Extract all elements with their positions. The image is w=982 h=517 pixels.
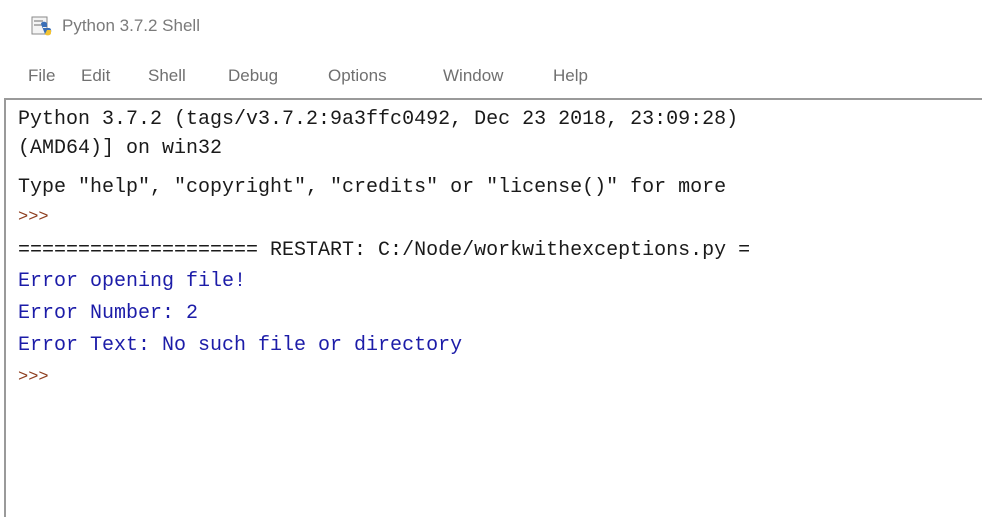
shell-prompt: >>> — [18, 208, 49, 227]
menu-bar: File Edit Shell Debug Options Window Hel… — [0, 60, 982, 96]
shell-prompt: >>> — [18, 368, 49, 387]
menu-file[interactable]: File — [28, 66, 55, 86]
platform-line: (AMD64)] on win32 — [18, 137, 223, 160]
output-line: Error opening file! — [18, 270, 247, 293]
output-line: Error Number: 2 — [18, 302, 199, 325]
title-bar: Python 3.7.2 Shell — [0, 0, 982, 58]
menu-debug[interactable]: Debug — [228, 66, 278, 86]
help-hint-line: Type "help", "copyright", "credits" or "… — [18, 176, 727, 199]
menu-options[interactable]: Options — [328, 66, 387, 86]
menu-edit[interactable]: Edit — [81, 66, 110, 86]
restart-line: ==================== RESTART: C:/Node/wo… — [18, 239, 751, 262]
output-line: Error Text: No such file or directory — [18, 334, 463, 357]
menu-help[interactable]: Help — [553, 66, 588, 86]
menu-window[interactable]: Window — [443, 66, 503, 86]
banner-line: Python 3.7.2 (tags/v3.7.2:9a3ffc0492, De… — [18, 108, 739, 131]
window-title: Python 3.7.2 Shell — [62, 16, 200, 35]
python-idle-icon — [31, 16, 52, 36]
menu-shell[interactable]: Shell — [148, 66, 186, 86]
shell-text-area[interactable]: Python 3.7.2 (tags/v3.7.2:9a3ffc0492, De… — [4, 98, 982, 517]
